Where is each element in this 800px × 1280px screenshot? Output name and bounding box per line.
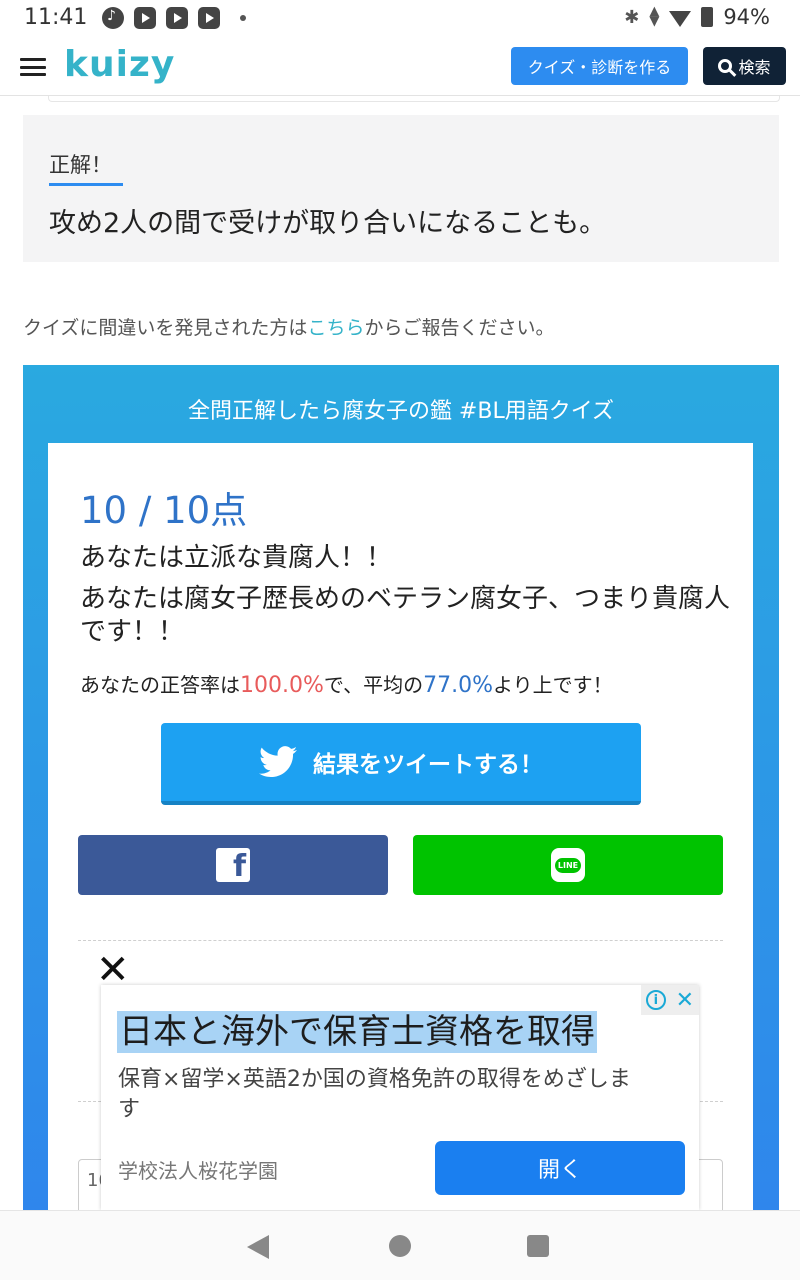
tweet-button-label: 結果をツイートする！ <box>313 752 543 778</box>
answer-text: 攻め2人の間で受けが取り合いになることも。 <box>49 208 607 239</box>
clock: 11:41 <box>24 5 88 30</box>
line-icon: LINE <box>551 848 585 882</box>
youtube-icon <box>166 7 188 29</box>
menu-icon[interactable] <box>20 58 46 76</box>
average-value: 77.0% <box>423 673 493 698</box>
rate-prefix: あなたの正答率は <box>80 673 240 697</box>
search-button-label: 検索 <box>738 58 771 77</box>
ad-dismiss-x-icon[interactable]: ✕ <box>96 950 136 990</box>
more-notifications-dot-icon <box>240 15 246 21</box>
previous-card-edge <box>48 96 780 102</box>
recent-apps-icon[interactable] <box>527 1235 549 1257</box>
ad-open-button[interactable]: 開く <box>435 1141 685 1195</box>
facebook-icon: f <box>216 848 250 882</box>
wifi-icon <box>669 10 692 27</box>
site-logo[interactable]: kuizy <box>64 44 175 85</box>
back-icon[interactable] <box>247 1235 269 1259</box>
bluetooth-icon: ✱ <box>624 6 640 28</box>
battery-percent: 94% <box>723 5 770 29</box>
create-quiz-button[interactable]: クイズ・診断を作る <box>511 47 688 85</box>
answer-box: 正解！ 攻め2人の間で受けが取り合いになることも。 <box>23 115 779 262</box>
report-suffix: からご報告ください。 <box>364 317 555 339</box>
notification-icons <box>102 7 246 29</box>
result-description: あなたは腐女子歴長めのベテラン腐女子、つまり貴腐人です！！ <box>80 584 731 647</box>
score: 10 / 10点 <box>80 489 248 532</box>
answer-label: 正解！ <box>49 149 123 186</box>
ad-sponsor: 学校法人桜花学園 <box>118 1159 278 1183</box>
report-link[interactable]: こちら <box>307 317 364 339</box>
accuracy-rate: あなたの正答率は100.0%で、平均の77.0%より上です！ <box>80 669 613 698</box>
search-button[interactable]: 検索 <box>703 47 786 85</box>
status-bar: 11:41 ✱ ▲▼ 94% <box>0 0 800 36</box>
report-notice: クイズに間違いを発見された方はこちらからご報告ください。 <box>23 313 554 340</box>
rate-suffix: より上です！ <box>492 673 613 697</box>
ad-headline[interactable]: 日本と海外で保育士資格を取得 <box>117 1011 597 1053</box>
divider <box>78 940 723 941</box>
report-prefix: クイズに間違いを発見された方は <box>23 317 308 339</box>
home-icon[interactable] <box>389 1235 411 1257</box>
facebook-share-button[interactable]: f <box>78 835 388 895</box>
line-share-button[interactable]: LINE <box>413 835 723 895</box>
rate-middle: で、平均の <box>323 673 424 697</box>
ad-body: 保育×留学×英語2か国の資格免許の取得をめざします <box>118 1067 631 1122</box>
ad-close-icon[interactable]: ✕ <box>676 988 694 1013</box>
ad-info-icon[interactable]: i <box>645 990 666 1010</box>
data-arrows-icon: ▲ ▼ <box>649 4 660 29</box>
ad-controls: i ✕ <box>641 985 699 1015</box>
ad-banner[interactable]: i ✕ 日本と海外で保育士資格を取得 保育×留学×英語2か国の資格免許の取得をめ… <box>101 985 699 1210</box>
system-nav-bar <box>0 1210 800 1280</box>
music-icon <box>102 7 124 29</box>
system-status: ✱ ▲ ▼ 94% <box>624 5 770 29</box>
site-header: kuizy クイズ・診断を作る 検索 <box>0 36 800 96</box>
result-title: あなたは立派な貴腐人！！ <box>80 543 393 573</box>
battery-icon <box>701 7 714 27</box>
youtube-icon <box>134 7 156 29</box>
rate-value: 100.0% <box>240 673 324 698</box>
tweet-result-button[interactable]: 結果をツイートする！ <box>161 723 641 805</box>
youtube-icon <box>198 7 220 29</box>
twitter-icon <box>259 746 297 778</box>
quiz-title: 全問正解したら腐女子の鑑 #BL用語クイズ <box>187 399 615 424</box>
search-icon <box>718 59 733 73</box>
